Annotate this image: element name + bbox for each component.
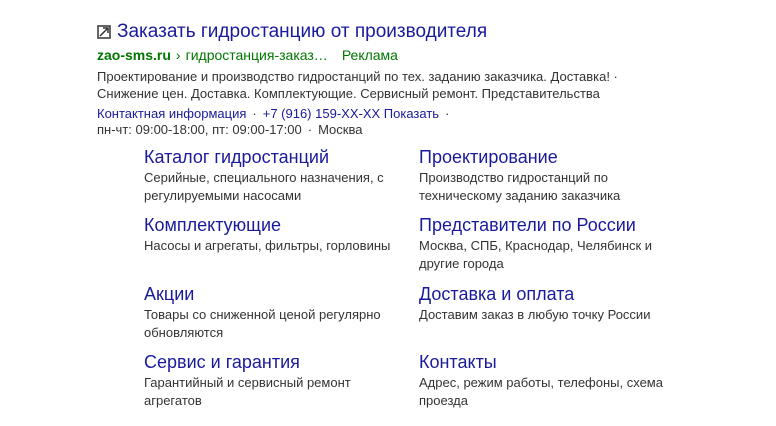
contact-info-link[interactable]: Контактная информация xyxy=(97,106,246,121)
bullet: · xyxy=(252,106,257,121)
sitelink-desc: Москва, СПБ, Краснодар, Челябинск и xyxy=(419,238,653,253)
sitelink-desc: Производство гидростанций по xyxy=(419,170,608,185)
sitelink-components: Комплектующие Насосы и агрегаты, фильтры… xyxy=(144,214,414,255)
sitelink-desc: Адрес, режим работы, телефоны, схема xyxy=(419,375,663,390)
sitelink-title[interactable]: Каталог гидростанций xyxy=(144,146,414,168)
ad-contacts: Контактная информация · +7 (916) 159-XX-XX… xyxy=(97,106,737,138)
ad-url-row: zao-sms.ru › гидростанция-заказ… Реклама xyxy=(97,46,737,64)
sitelink-desc: агрегатов xyxy=(144,393,202,408)
ad-description-line: Проектирование и производство гидростанц… xyxy=(97,69,618,84)
ad-domain-link[interactable]: zao-sms.ru xyxy=(97,47,171,63)
sitelink-desc: Серийные, специального назначения, с xyxy=(144,170,384,185)
ad-label-badge: Реклама xyxy=(341,47,398,63)
sitelink-title[interactable]: Сервис и гарантия xyxy=(144,351,414,373)
ad-description: Проектирование и производство гидростанц… xyxy=(97,68,737,102)
ad-title-link[interactable]: Заказать гидростанцию от производителя xyxy=(117,21,487,43)
ad-title-row: Заказать гидростанцию от производителя xyxy=(97,20,737,44)
sitelink-desc: Товары со сниженной ценой регулярно xyxy=(144,307,381,322)
sitelink-desc: Насосы и агрегаты, фильтры, горловины xyxy=(144,238,391,253)
sitelink-title[interactable]: Комплектующие xyxy=(144,214,414,236)
working-hours: пн-чт: 09:00-18:00, пт: 09:00-17:00 xyxy=(97,122,302,137)
sitelink-desc: техническому заданию заказчика xyxy=(419,188,621,203)
bullet: · xyxy=(445,106,450,121)
sitelink-desc: проезда xyxy=(419,393,468,408)
sitelink-design: Проектирование Производство гидростанций… xyxy=(419,146,689,204)
show-phone-link[interactable]: Показать xyxy=(384,106,439,121)
sitelink-desc: другие города xyxy=(419,256,504,271)
contacts-line: пн-чт: 09:00-18:00, пт: 09:00-17:00 · Моск… xyxy=(97,122,737,138)
sitelink-desc: регулируемыми насосами xyxy=(144,188,302,203)
ad-description-line: Снижение цен. Доставка. Комплектующие. С… xyxy=(97,86,600,101)
bullet: · xyxy=(307,122,313,137)
phone-number[interactable]: +7 (916) 159-XX-XX xyxy=(263,106,380,121)
city-label: Москва xyxy=(318,122,363,137)
sitelink-title[interactable]: Проектирование xyxy=(419,146,689,168)
ad-path-link[interactable]: гидростанция-заказ… xyxy=(186,47,328,63)
sitelink-contacts: Контакты Адрес, режим работы, телефоны, … xyxy=(419,351,689,409)
sitelink-desc: Доставим заказ в любую точку России xyxy=(419,307,651,322)
sitelink-desc: Гарантийный и сервисный ремонт xyxy=(144,375,351,390)
ad-block: Заказать гидростанцию от производителя z… xyxy=(97,20,737,138)
sitelink-desc: обновляются xyxy=(144,325,224,340)
sitelink-promotions: Акции Товары со сниженной ценой регулярн… xyxy=(144,283,414,341)
sitelink-title[interactable]: Контакты xyxy=(419,351,689,373)
sitelink-catalog: Каталог гидростанций Серийные, специальн… xyxy=(144,146,414,204)
sitelink-service: Сервис и гарантия Гарантийный и сервисны… xyxy=(144,351,414,409)
sitelink-title[interactable]: Доставка и оплата xyxy=(419,283,689,305)
sitelink-delivery: Доставка и оплата Доставим заказ в любую… xyxy=(419,283,689,324)
contacts-line: Контактная информация · +7 (916) 159-XX-XX… xyxy=(97,106,737,122)
external-link-icon xyxy=(97,25,111,39)
sitelink-representatives: Представители по России Москва, СПБ, Кра… xyxy=(419,214,689,272)
sitelink-title[interactable]: Представители по России xyxy=(419,214,689,236)
sitelink-title[interactable]: Акции xyxy=(144,283,414,305)
breadcrumb-separator: › xyxy=(175,47,181,63)
